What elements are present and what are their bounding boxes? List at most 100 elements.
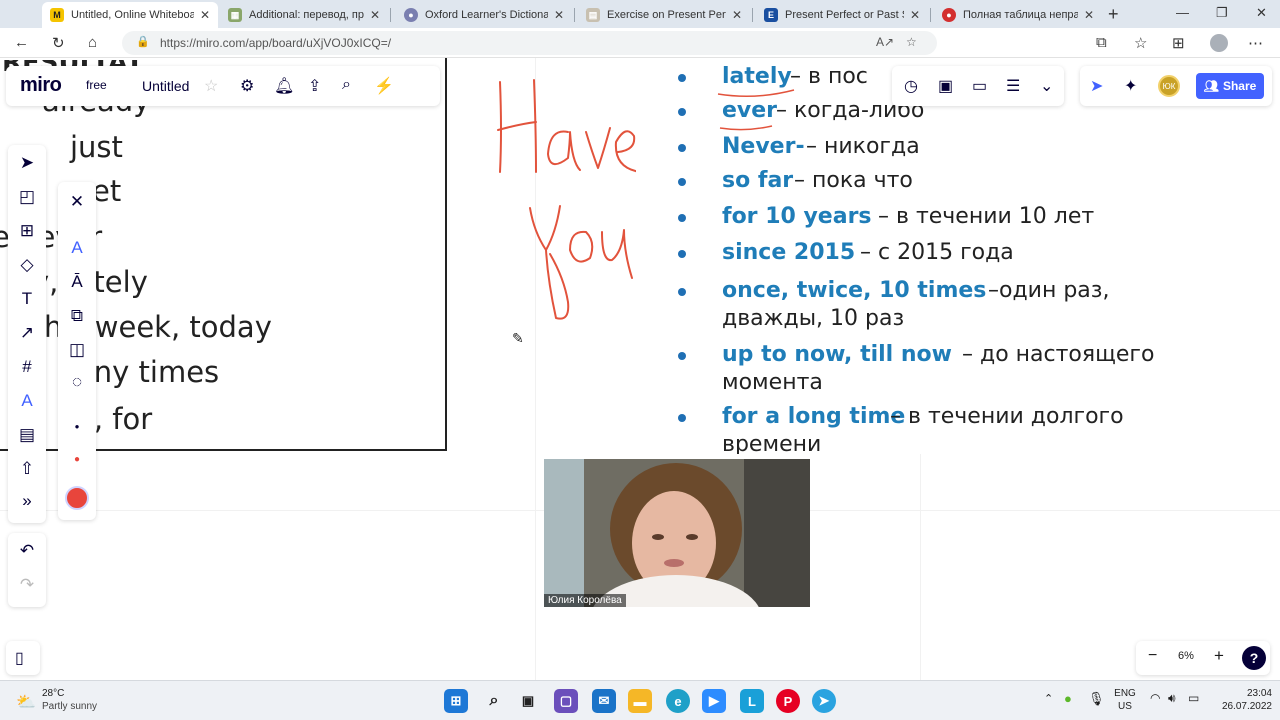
card-icon[interactable]: ▣ bbox=[938, 76, 953, 96]
restore-icon[interactable]: ❐ bbox=[1216, 5, 1228, 21]
participant-video-feed[interactable]: Юлия Королёва bbox=[544, 459, 810, 607]
template-icon[interactable]: ⊞ bbox=[8, 221, 46, 241]
volume-icon[interactable]: 🔊︎ bbox=[1168, 691, 1176, 706]
smart-drawing-icon[interactable]: ⧉ bbox=[58, 306, 96, 326]
cursor-follow-icon[interactable]: ➤ bbox=[1090, 76, 1103, 96]
upload-icon[interactable]: ⇪ bbox=[308, 76, 321, 96]
lasso-icon[interactable]: ◌ bbox=[58, 372, 96, 392]
close-icon[interactable]: ✕ bbox=[200, 8, 210, 22]
miro-logo[interactable]: miro bbox=[20, 74, 62, 97]
url-field[interactable]: 🔒 https://miro.com/app/board/uXjVOJ0xICQ… bbox=[122, 31, 937, 55]
new-tab-button[interactable]: + bbox=[1108, 4, 1119, 25]
clock-time[interactable]: 23:04 bbox=[1208, 688, 1272, 699]
input-language[interactable]: ENG bbox=[1112, 688, 1138, 699]
telegram-icon[interactable]: ➤ bbox=[812, 689, 836, 713]
microphone-icon[interactable]: 🎙︎ bbox=[1088, 691, 1105, 707]
temperature: 28°C bbox=[42, 688, 65, 699]
tray-chevron-up-icon[interactable]: ⌃ bbox=[1044, 692, 1053, 705]
clock-date[interactable]: 26.07.2022 bbox=[1208, 701, 1272, 712]
tab-label: Present Perfect or Past Simp bbox=[785, 9, 904, 21]
board-canvas[interactable]: RESULTAT already just et e never y, late… bbox=[0, 58, 1280, 680]
lingualeo-icon[interactable]: L bbox=[740, 689, 764, 713]
selected-color-swatch[interactable] bbox=[65, 486, 89, 510]
tab-exercise[interactable]: ▤ Exercise on Present Perfect ✕ bbox=[578, 2, 750, 28]
pen-tool-icon[interactable]: A bbox=[58, 238, 96, 258]
upload-file-icon[interactable]: ⇧ bbox=[8, 459, 46, 479]
close-icon[interactable]: ✕ bbox=[1084, 8, 1094, 22]
tab-oxford[interactable]: ● Oxford Learner's Dictionarie ✕ bbox=[396, 2, 572, 28]
back-icon[interactable]: ← bbox=[14, 34, 29, 51]
pinterest-icon[interactable]: P bbox=[776, 689, 800, 713]
celebrate-icon[interactable]: ✦ bbox=[1124, 76, 1137, 96]
favorite-star-icon[interactable]: ☆ bbox=[906, 35, 917, 49]
gear-icon[interactable]: ⚙ bbox=[240, 76, 254, 96]
profile-avatar[interactable] bbox=[1210, 34, 1228, 52]
connection-line-icon[interactable]: ↗ bbox=[8, 323, 46, 343]
undo-icon[interactable]: ↶ bbox=[8, 541, 46, 561]
input-region[interactable]: US bbox=[1112, 701, 1138, 712]
pen-icon[interactable]: A bbox=[8, 391, 46, 411]
close-window-icon[interactable]: ✕ bbox=[1256, 5, 1267, 21]
extensions-puzzle-icon[interactable]: ⧉ bbox=[1096, 34, 1107, 51]
tray-app-icon[interactable]: ● bbox=[1064, 691, 1072, 706]
frame-icon[interactable]: # bbox=[8, 357, 46, 377]
notes-icon[interactable]: ☰ bbox=[1006, 76, 1020, 96]
wifi-icon[interactable]: ◠ bbox=[1150, 691, 1160, 705]
favorites-icon[interactable]: ☆ bbox=[1134, 34, 1147, 52]
reload-icon[interactable]: ↻ bbox=[52, 34, 65, 52]
tab-additional[interactable]: ▦ Additional: перевод, прои ✕ bbox=[220, 2, 388, 28]
handwritten-annotation[interactable] bbox=[490, 72, 650, 332]
eraser-icon[interactable]: ◫ bbox=[58, 340, 96, 360]
zoom-app-icon[interactable]: ▶ bbox=[702, 689, 726, 713]
collections-icon[interactable]: ⊞ bbox=[1172, 34, 1185, 52]
mail-icon[interactable]: ✉ bbox=[592, 689, 616, 713]
document-favicon-icon: ▤ bbox=[586, 8, 600, 22]
search-icon[interactable]: ⌕ bbox=[482, 689, 506, 713]
plan-badge[interactable]: free bbox=[86, 78, 107, 92]
close-icon[interactable]: ✕ bbox=[554, 8, 564, 22]
teams-chat-icon[interactable]: ▢ bbox=[554, 689, 578, 713]
search-icon[interactable]: ⌕ bbox=[342, 76, 351, 94]
tab-present-perfect[interactable]: E Present Perfect or Past Simp ✕ bbox=[756, 2, 928, 28]
highlighter-icon[interactable]: Ā bbox=[58, 272, 96, 292]
sticky-note-icon[interactable]: ◰ bbox=[8, 187, 46, 207]
board-title[interactable]: Untitled bbox=[142, 78, 189, 94]
chevron-down-icon[interactable]: ⌄ bbox=[1040, 76, 1053, 96]
battery-icon[interactable]: ▭ bbox=[1188, 691, 1199, 705]
home-icon[interactable]: ⌂ bbox=[88, 34, 97, 51]
close-icon[interactable]: ✕ bbox=[732, 8, 742, 22]
file-explorer-icon[interactable]: ▬ bbox=[628, 689, 652, 713]
tab-irregular-verbs[interactable]: ● Полная таблица неправил ✕ bbox=[934, 2, 1102, 28]
avatar[interactable]: ЮК bbox=[1158, 75, 1180, 97]
bell-icon[interactable]: 🔔︎ bbox=[274, 76, 294, 96]
timer-icon[interactable]: ◷ bbox=[904, 76, 918, 96]
edge-icon[interactable]: e bbox=[666, 689, 690, 713]
task-view-icon[interactable]: ▣ bbox=[516, 689, 540, 713]
read-aloud-icon[interactable]: A↗ bbox=[876, 35, 894, 49]
slide-adverbs-translation[interactable]: lately – в пос ever – когда-либо Never- … bbox=[636, 58, 1280, 454]
star-icon[interactable]: ☆ bbox=[204, 76, 218, 96]
zoom-out-icon[interactable]: − bbox=[1148, 647, 1157, 665]
redo-icon[interactable]: ↷ bbox=[8, 575, 46, 595]
more-apps-icon[interactable]: » bbox=[8, 491, 46, 511]
help-button[interactable]: ? bbox=[1242, 646, 1266, 670]
select-cursor-icon[interactable]: ➤ bbox=[8, 153, 46, 173]
tab-miro[interactable]: M Untitled, Online Whiteboard ✕ bbox=[42, 2, 218, 28]
comment-icon[interactable]: ▤ bbox=[8, 425, 46, 445]
share-button[interactable]: 👥︎ Share bbox=[1196, 73, 1264, 99]
start-icon[interactable]: ⊞ bbox=[444, 689, 468, 713]
close-icon[interactable]: ✕ bbox=[910, 8, 920, 22]
text-icon[interactable]: T bbox=[8, 289, 46, 309]
zoom-in-icon[interactable]: + bbox=[1214, 646, 1224, 666]
stroke-medium-icon[interactable]: ● bbox=[58, 454, 96, 465]
close-icon[interactable]: ✕ bbox=[370, 8, 380, 22]
present-icon[interactable]: ▭ bbox=[972, 76, 987, 96]
shapes-icon[interactable]: ◇ bbox=[8, 255, 46, 275]
minimize-icon[interactable]: — bbox=[1176, 5, 1189, 20]
zoom-level[interactable]: 6% bbox=[1178, 650, 1194, 662]
more-menu-icon[interactable]: ⋯ bbox=[1248, 34, 1263, 52]
stroke-thin-icon[interactable]: ● bbox=[58, 422, 96, 431]
close-icon[interactable]: ✕ bbox=[58, 192, 96, 212]
frames-panel-button[interactable]: ▯ bbox=[6, 641, 40, 675]
plugin-icon[interactable]: ⚡ bbox=[374, 76, 394, 96]
